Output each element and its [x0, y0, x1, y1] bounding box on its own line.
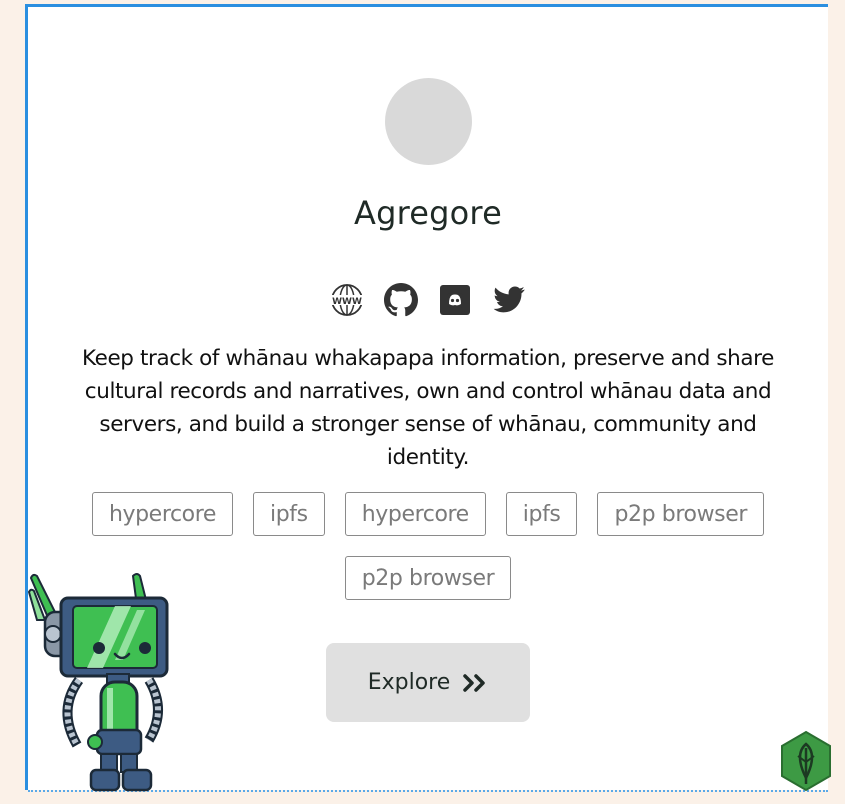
robot-mascot-illustration [27, 573, 169, 792]
svg-text:WWW: WWW [332, 297, 362, 307]
tag-ipfs[interactable]: ipfs [505, 492, 578, 536]
tag-hypercore[interactable]: hypercore [91, 492, 234, 536]
leaf-hexagon-icon[interactable] [780, 730, 832, 792]
tag-list: hypercore ipfs hypercore ipfs p2p browse… [68, 492, 788, 600]
discord-icon[interactable] [438, 283, 472, 317]
page-title: Agregore [354, 194, 502, 232]
social-links: WWW [28, 283, 828, 317]
tag-p2p-browser[interactable]: p2p browser [597, 492, 765, 536]
tag-hypercore[interactable]: hypercore [344, 492, 486, 536]
tag-p2p-browser[interactable]: p2p browser [344, 556, 512, 600]
project-description: Keep track of whānau whakapapa informati… [82, 346, 774, 470]
explore-button[interactable]: Explore [326, 643, 530, 722]
explore-button-label: Explore [367, 670, 451, 695]
double-chevron-right-icon [463, 673, 486, 692]
tag-ipfs[interactable]: ipfs [253, 492, 325, 536]
twitter-icon[interactable] [492, 283, 526, 317]
github-icon[interactable] [384, 283, 418, 317]
globe-www-icon[interactable]: WWW [330, 283, 364, 317]
avatar [385, 78, 472, 165]
